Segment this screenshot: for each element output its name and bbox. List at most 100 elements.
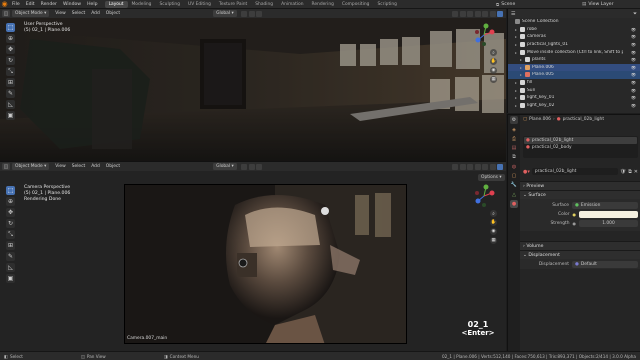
- viewport-top[interactable]: ◫ Object Mode ▾ View Select Add Object G…: [0, 9, 506, 161]
- object-tab-icon[interactable]: ▢: [510, 172, 518, 180]
- menu-file[interactable]: File: [9, 2, 23, 7]
- proportional-edit-icon[interactable]: [256, 10, 263, 17]
- editor-type-icon[interactable]: ◫: [2, 10, 10, 17]
- select-box-icon[interactable]: ⬚: [6, 186, 15, 195]
- unlink-icon[interactable]: ✕: [634, 169, 638, 175]
- outliner-row[interactable]: Scene Collection: [508, 18, 640, 26]
- view-layer-name[interactable]: View Layer: [588, 2, 613, 7]
- eye-icon[interactable]: 👁: [631, 42, 636, 47]
- camera-view-icon[interactable]: ◉: [490, 67, 497, 74]
- visibility-icon[interactable]: [452, 163, 458, 170]
- gizmo-toggle-icon[interactable]: [459, 10, 466, 17]
- pan-hand-icon[interactable]: ✋: [490, 58, 497, 65]
- move-icon[interactable]: ✥: [6, 208, 15, 217]
- orientation-selector[interactable]: Global ▾: [213, 163, 237, 170]
- render-tab-icon[interactable]: ◈: [510, 126, 518, 134]
- material-slot-item[interactable]: ● practical_02b_light: [524, 137, 637, 144]
- viewport-bottom[interactable]: ◫ Object Mode ▾ View Select Add Object G…: [0, 161, 506, 351]
- mode-selector[interactable]: Object Mode ▾: [12, 163, 50, 170]
- eye-icon[interactable]: 👁: [631, 88, 636, 93]
- blender-logo-icon[interactable]: ◉: [0, 0, 9, 9]
- overlay-toggle-icon[interactable]: [467, 10, 473, 17]
- shading-material-icon[interactable]: [489, 163, 496, 170]
- eye-icon[interactable]: 👁: [631, 65, 636, 70]
- grid-icon[interactable]: ▦: [490, 237, 497, 244]
- add-menu[interactable]: Add: [88, 164, 103, 169]
- eye-icon[interactable]: 👁: [631, 95, 636, 100]
- add-menu[interactable]: Add: [88, 11, 103, 16]
- shading-rendered-icon[interactable]: [497, 163, 503, 170]
- tab-sculpting[interactable]: Sculpting: [155, 1, 184, 8]
- outliner-row[interactable]: ▸ Move inside collection (Ctrl to link, S…: [508, 48, 640, 56]
- emission-color-swatch[interactable]: [579, 211, 638, 218]
- shading-solid-icon[interactable]: [482, 163, 488, 170]
- gizmo-toggle-icon[interactable]: [459, 163, 466, 170]
- mode-selector[interactable]: Object Mode ▾: [12, 10, 50, 17]
- material-tab-icon[interactable]: ●: [510, 199, 518, 208]
- menu-window[interactable]: Window: [60, 2, 84, 7]
- panel-displacement[interactable]: ⌄ Displacement: [520, 250, 640, 259]
- tab-animation[interactable]: Animation: [277, 1, 307, 8]
- shading-material-icon[interactable]: [489, 10, 496, 17]
- displacement-field[interactable]: ● Default: [572, 260, 638, 268]
- outliner-row[interactable]: ▸ cameras 👁: [508, 33, 640, 41]
- outliner-filter-icon[interactable]: ⏷: [633, 11, 637, 17]
- options-button[interactable]: Options ▾: [478, 174, 505, 181]
- outliner-row[interactable]: ▸ practical_lights_01 👁: [508, 41, 640, 49]
- proportional-edit-icon[interactable]: [256, 163, 263, 170]
- navigation-gizmo-top[interactable]: [472, 23, 496, 47]
- pivot-icon[interactable]: [241, 163, 248, 170]
- eye-icon[interactable]: 👁: [631, 57, 636, 62]
- tab-rendering[interactable]: Rendering: [307, 1, 337, 8]
- pan-hand-icon[interactable]: ✋: [490, 219, 497, 226]
- eye-icon[interactable]: 👁: [631, 72, 636, 77]
- panel-preview[interactable]: › Preview: [520, 181, 640, 190]
- zoom-icon[interactable]: ⌕: [490, 49, 497, 56]
- world-tab-icon[interactable]: ◍: [510, 163, 518, 171]
- move-icon[interactable]: ✥: [6, 45, 15, 54]
- measure-icon[interactable]: ◺: [6, 100, 15, 109]
- select-box-icon[interactable]: ⬚: [6, 23, 15, 32]
- material-browse-icon[interactable]: ●▾: [523, 169, 530, 175]
- outliner-row[interactable]: ▸ Plane.005 👁: [508, 71, 640, 79]
- cursor-icon[interactable]: ⊕: [6, 197, 15, 206]
- output-tab-icon[interactable]: ⎙: [510, 135, 518, 143]
- tab-layout[interactable]: Layout: [104, 0, 128, 8]
- overlay-toggle-icon[interactable]: [467, 163, 473, 170]
- outliner-row[interactable]: ▸ Sun 👁: [508, 86, 640, 94]
- snap-icon[interactable]: [248, 10, 255, 17]
- tab-uv-editing[interactable]: UV Editing: [184, 1, 215, 8]
- select-menu[interactable]: Select: [69, 11, 89, 16]
- orientation-selector[interactable]: Global ▾: [213, 10, 237, 17]
- navigation-gizmo-bottom[interactable]: [472, 184, 496, 208]
- xray-icon[interactable]: [474, 163, 481, 170]
- zoom-icon[interactable]: ⌕: [490, 210, 497, 217]
- pivot-icon[interactable]: [241, 10, 248, 17]
- outliner-row[interactable]: ▸ light_key_01 👁: [508, 94, 640, 102]
- tab-compositing[interactable]: Compositing: [338, 1, 374, 8]
- add-cube-icon[interactable]: ▣: [6, 274, 15, 283]
- menu-edit[interactable]: Edit: [23, 2, 38, 7]
- outliner-row[interactable]: ▸ plants 👁: [508, 56, 640, 64]
- material-name-field[interactable]: practical_02b_light: [531, 168, 618, 175]
- object-menu[interactable]: Object: [103, 11, 123, 16]
- panel-volume[interactable]: › Volume: [520, 241, 640, 250]
- scene-tab-icon[interactable]: ⧉: [510, 153, 518, 161]
- eye-icon[interactable]: 👁: [631, 34, 636, 39]
- snap-icon[interactable]: [248, 163, 255, 170]
- annotate-icon[interactable]: ✎: [6, 89, 15, 98]
- eye-icon[interactable]: 👁: [631, 27, 636, 32]
- annotate-icon[interactable]: ✎: [6, 252, 15, 261]
- scale-icon[interactable]: ⤡: [6, 67, 15, 76]
- duplicate-icon[interactable]: ⧉: [628, 169, 632, 175]
- object-menu[interactable]: Object: [103, 164, 123, 169]
- scene-name[interactable]: Scene: [501, 2, 515, 7]
- transform-icon[interactable]: ⊞: [6, 241, 15, 250]
- xray-icon[interactable]: [474, 10, 481, 17]
- eye-icon[interactable]: 👁: [631, 50, 636, 55]
- menu-help[interactable]: Help: [84, 2, 100, 7]
- tool-tab-icon[interactable]: ⚙: [510, 116, 518, 125]
- data-tab-icon[interactable]: △: [510, 191, 518, 199]
- tab-texture-paint[interactable]: Texture Paint: [215, 1, 251, 8]
- panel-surface[interactable]: ⌄ Surface: [520, 190, 640, 199]
